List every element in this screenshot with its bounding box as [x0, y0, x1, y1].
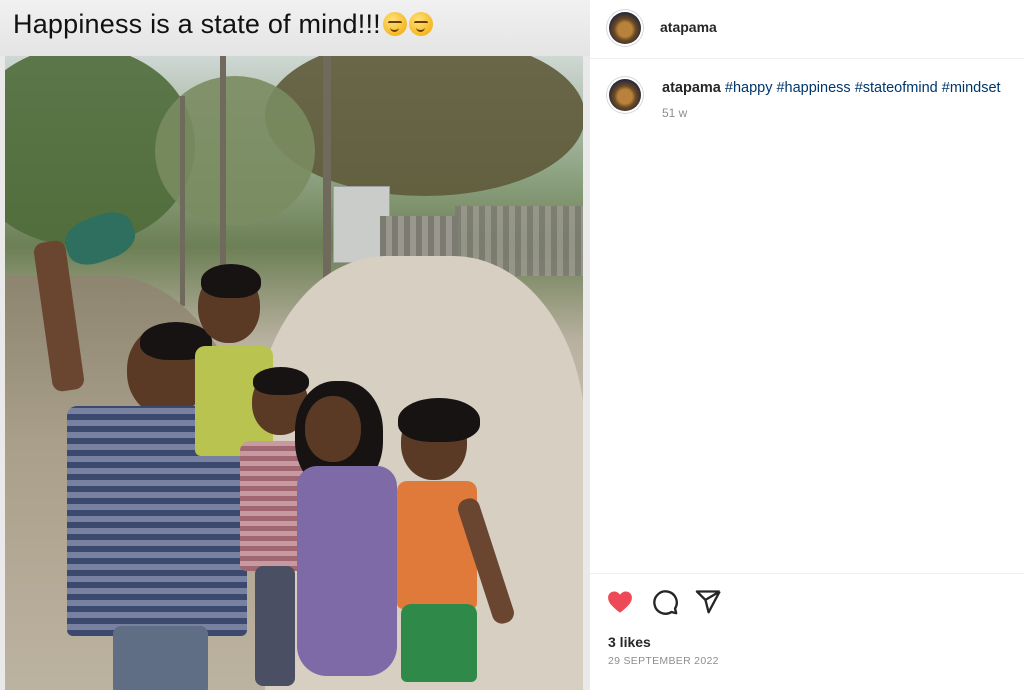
comment-icon: [653, 590, 678, 615]
tree-trunk: [220, 56, 226, 286]
hashtag-link[interactable]: #stateofmind: [855, 80, 938, 96]
post-header: atapama: [590, 0, 1024, 59]
comment-username[interactable]: atapama: [662, 80, 721, 96]
smirk-emoji-icon: [382, 12, 407, 36]
hashtag-link[interactable]: #happy: [725, 80, 773, 96]
post-media[interactable]: Happiness is a state of mind!!!: [0, 0, 590, 690]
tree-foliage: [155, 76, 315, 226]
tree-foliage: [265, 56, 583, 196]
smirk-emoji-icon: [408, 12, 433, 36]
comment-timestamp[interactable]: 51 w: [662, 106, 687, 120]
actions-divider: [590, 573, 1024, 574]
share-button[interactable]: [694, 588, 722, 616]
post-sidebar: atapama atapama #happy #happiness #state…: [590, 0, 1024, 690]
likes-count[interactable]: 3 likes: [608, 634, 651, 650]
caption-label: Happiness is a state of mind!!!: [13, 9, 381, 39]
caption-comment: atapama #happy #happiness #stateofmind #…: [662, 80, 1001, 96]
post-photo: [5, 56, 583, 690]
share-icon: [695, 590, 721, 614]
author-username[interactable]: atapama: [660, 19, 717, 35]
tree-trunk: [180, 96, 185, 306]
caption-overlay: Happiness is a state of mind!!!: [0, 0, 590, 56]
heart-icon: [608, 591, 632, 613]
avatar[interactable]: [609, 12, 641, 44]
like-button[interactable]: [606, 588, 634, 616]
caption-text: Happiness is a state of mind!!!: [13, 9, 433, 40]
post-date[interactable]: 29 SEPTEMBER 2022: [608, 655, 719, 667]
hashtag-link[interactable]: #happiness: [776, 80, 850, 96]
comment-avatar[interactable]: [609, 79, 641, 111]
comment-button[interactable]: [651, 588, 679, 616]
tree-trunk: [323, 56, 331, 296]
hashtag-link[interactable]: #mindset: [942, 80, 1001, 96]
